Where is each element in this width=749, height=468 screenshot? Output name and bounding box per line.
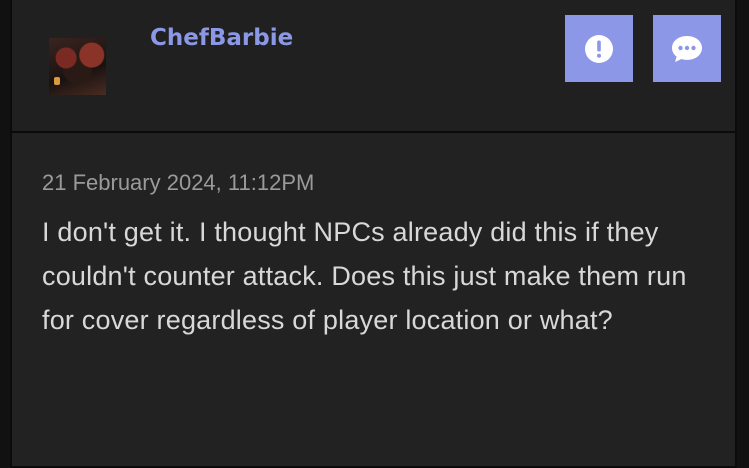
comment-card: ChefBarbie 21 February 2024, 11:12PM I d… — [10, 0, 737, 468]
post-timestamp: 21 February 2024, 11:12PM — [42, 170, 315, 195]
username[interactable]: ChefBarbie — [150, 25, 293, 51]
comment-header: ChefBarbie — [12, 0, 735, 133]
avatar-detail — [54, 77, 60, 85]
report-button[interactable] — [565, 15, 633, 82]
avatar[interactable] — [49, 38, 106, 95]
page: ChefBarbie 21 February 2024, 11:12PM I d… — [0, 0, 749, 468]
post-message: I don't get it. I thought NPCs already d… — [42, 217, 687, 335]
reply-button[interactable] — [653, 15, 721, 82]
